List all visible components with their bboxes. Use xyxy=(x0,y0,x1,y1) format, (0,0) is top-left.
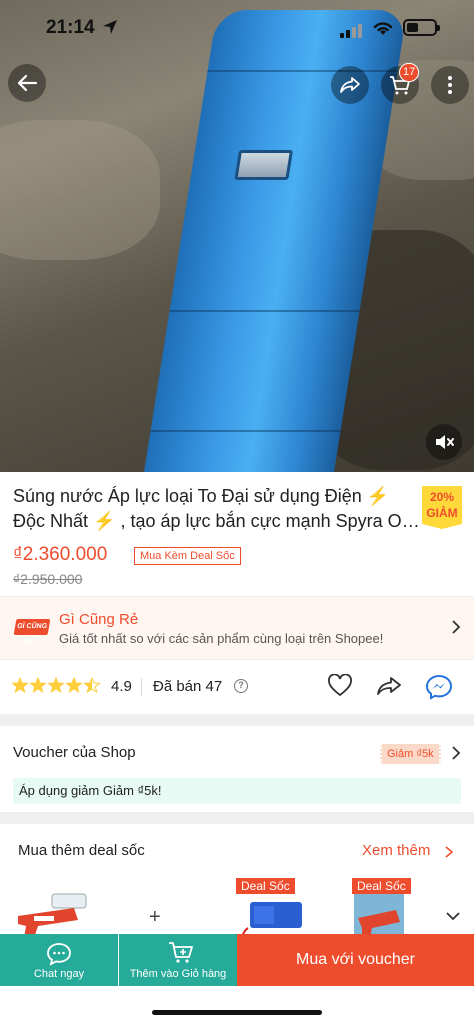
sold-count: Đã bán 47 xyxy=(153,678,223,695)
original-price: ₫2.950.000 xyxy=(13,571,83,587)
wifi-icon xyxy=(373,22,393,35)
deal-chip[interactable]: Mua Kèm Deal Sốc xyxy=(134,547,241,565)
product-price: ₫2.360.000 xyxy=(13,544,108,565)
gun-segment-line xyxy=(207,70,398,72)
status-bar: 21:14 xyxy=(0,0,474,56)
gun-segment-line xyxy=(150,430,341,432)
deal-soc-badge: Deal Sốc xyxy=(352,878,411,894)
home-indicator-area xyxy=(0,986,474,1024)
status-time: 21:14 xyxy=(46,17,95,38)
messenger-icon[interactable] xyxy=(425,674,453,700)
speaker-muted-icon xyxy=(436,435,454,449)
star-rating-icons xyxy=(12,677,100,693)
add-to-cart-label: Thêm vào Giỏ hàng xyxy=(129,968,227,980)
battery-icon xyxy=(403,19,440,36)
arrow-left-icon xyxy=(17,74,38,92)
voucher-applied-note: Áp dụng giảm Giảm ₫5k! xyxy=(13,778,461,804)
cheap-banner[interactable]: GÌ CŨNG RẺ Gì Cũng Rẻ Giá tốt nhất so vớ… xyxy=(0,597,474,659)
rating-value: 4.9 xyxy=(111,678,132,695)
cart-count-badge: 17 xyxy=(399,63,420,82)
deal-soc-badge: Deal Sốc xyxy=(236,878,295,894)
divider xyxy=(141,678,142,696)
see-more-link[interactable]: Xem thêm xyxy=(362,842,430,859)
heart-icon[interactable] xyxy=(327,674,353,698)
voucher-chip[interactable]: Giảm ₫5k xyxy=(380,744,441,764)
more-vertical-icon xyxy=(448,76,452,94)
shop-voucher-section[interactable]: Voucher của Shop Giảm ₫5k Áp dụng giảm G… xyxy=(0,726,474,812)
product-title: Súng nước Áp lực loại To Đại sử dụng Điệ… xyxy=(13,486,422,531)
cheap-banner-title: Gì Cũng Rẻ xyxy=(59,611,139,628)
deal-section-title: Mua thêm deal sốc xyxy=(18,842,145,859)
product-info: Súng nước Áp lực loại To Đại sử dụng Điệ… xyxy=(0,472,474,596)
share-icon xyxy=(340,77,360,93)
discount-label: GIẢM xyxy=(426,506,458,520)
question-mark-icon[interactable]: ? xyxy=(234,679,248,693)
star-rating[interactable] xyxy=(12,677,104,700)
gun-display xyxy=(234,150,294,180)
chat-now-label: Chat ngay xyxy=(33,968,85,980)
gi-cung-re-logo: GÌ CŨNG RẺ xyxy=(13,619,51,646)
rating-row: 4.9 Đã bán 47 ? xyxy=(0,660,474,714)
home-indicator[interactable] xyxy=(152,1010,322,1015)
discount-tag: 20% GIẢM xyxy=(422,486,462,529)
share-button[interactable] xyxy=(331,66,369,104)
bottom-action-bar: Chat ngay Thêm vào Giỏ hàng Mua với vouc… xyxy=(0,934,474,986)
cellular-signal-icon xyxy=(340,20,364,38)
voucher-title: Voucher của Shop xyxy=(13,744,136,761)
add-to-cart-icon xyxy=(169,942,193,963)
location-arrow-icon xyxy=(103,20,117,34)
share-icon[interactable] xyxy=(375,674,403,698)
chat-bubble-icon xyxy=(47,943,71,966)
back-button[interactable] xyxy=(8,64,46,102)
background-texture xyxy=(0,120,160,260)
chevron-down-icon[interactable] xyxy=(445,910,461,922)
discount-percent: 20% xyxy=(429,490,455,504)
plus-sign: + xyxy=(149,906,161,928)
mute-button[interactable] xyxy=(426,424,462,460)
chat-now-button[interactable]: Chat ngay xyxy=(0,934,118,986)
more-options-button[interactable] xyxy=(431,66,469,104)
cheap-banner-subtitle: Giá tốt nhất so với các sản phẩm cùng lo… xyxy=(59,631,384,646)
buy-with-voucher-button[interactable]: Mua với voucher xyxy=(237,934,474,986)
gun-segment-line xyxy=(169,310,360,312)
chevron-right-icon xyxy=(452,746,461,760)
chevron-right-icon xyxy=(445,846,454,858)
chevron-right-icon xyxy=(452,620,461,634)
